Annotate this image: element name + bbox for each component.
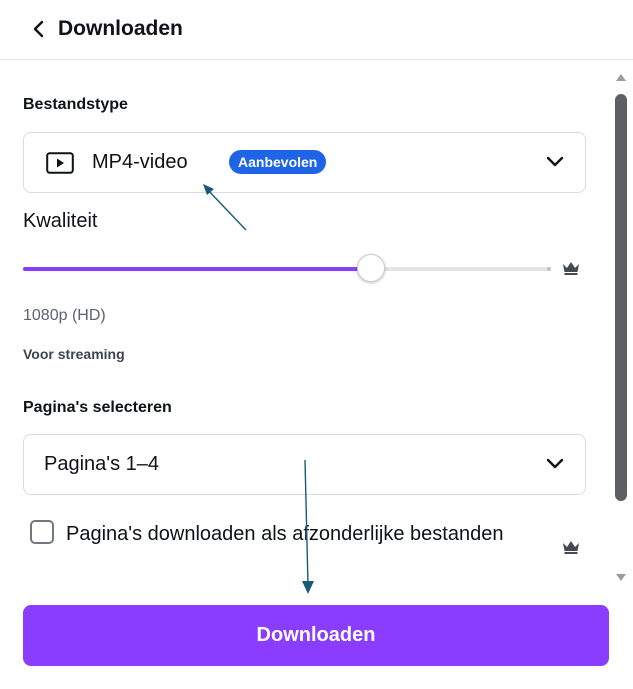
file-type-value: MP4-video	[92, 151, 188, 173]
back-button[interactable]	[24, 14, 54, 44]
file-type-label: Bestandstype	[23, 96, 128, 113]
chevron-down-icon	[546, 156, 564, 167]
pages-select[interactable]: Pagina's 1–4	[23, 434, 586, 495]
slider-end-dot	[547, 267, 551, 271]
quality-value: 1080p (HD)	[23, 307, 106, 324]
scrollbar-thumb[interactable]	[615, 94, 627, 501]
quality-slider-thumb[interactable]	[357, 254, 385, 282]
crown-icon	[563, 262, 579, 275]
download-button[interactable]: Downloaden	[23, 605, 609, 666]
file-type-select[interactable]: MP4-video Aanbevolen	[23, 132, 586, 193]
content-fade	[0, 588, 633, 602]
quality-slider-fill	[23, 267, 371, 271]
scroll-up-arrow-icon[interactable]	[616, 74, 626, 81]
quality-note: Voor streaming	[23, 346, 125, 362]
scrollbar[interactable]	[613, 70, 629, 586]
video-play-icon	[46, 152, 74, 174]
page-title: Downloaden	[58, 17, 183, 40]
chevron-down-icon	[546, 458, 564, 469]
scroll-down-arrow-icon[interactable]	[616, 574, 626, 581]
panel-header: Downloaden	[0, 0, 633, 60]
separate-files-checkbox[interactable]	[30, 520, 54, 544]
recommended-badge: Aanbevolen	[229, 150, 327, 174]
crown-icon	[563, 541, 579, 554]
pages-label: Pagina's selecteren	[23, 399, 172, 416]
quality-label: Kwaliteit	[23, 210, 98, 232]
separate-files-label: Pagina's downloaden als afzonderlijke be…	[66, 523, 504, 545]
pages-value: Pagina's 1–4	[44, 453, 160, 475]
chevron-left-icon	[33, 20, 44, 38]
